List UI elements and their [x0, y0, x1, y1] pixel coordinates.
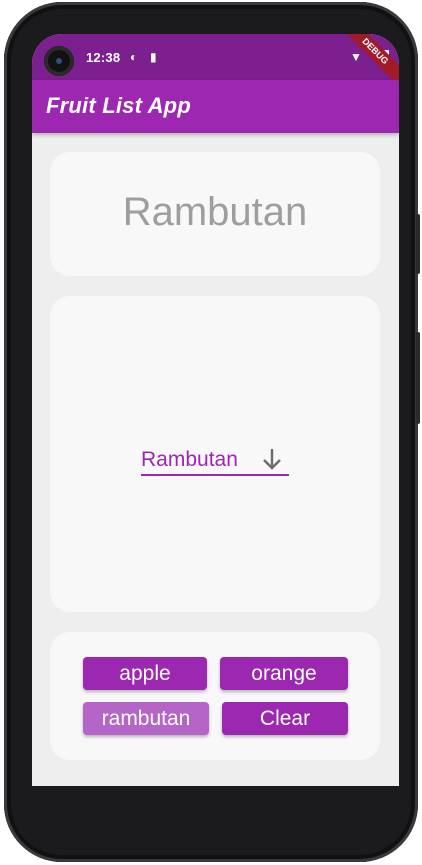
wifi-icon: ▼: [350, 50, 362, 64]
camera-cutout: [44, 46, 74, 76]
status-bar: 12:38 ◐ ▮ ▼ DEBUG: [32, 34, 399, 91]
phone-frame: 12:38 ◐ ▮ ▼ DEBUG Fruit List App Rambuta…: [4, 2, 420, 862]
device-screen: 12:38 ◐ ▮ ▼ DEBUG Fruit List App Rambuta…: [32, 34, 399, 786]
clear-button[interactable]: Clear: [222, 702, 348, 735]
volume-button: [416, 332, 420, 424]
app-bar: Fruit List App: [32, 80, 399, 133]
selected-fruit-card: Rambutan: [50, 152, 380, 276]
arrow-down-icon: [263, 449, 281, 470]
dropdown-card: Rambutan: [50, 296, 380, 612]
buttons-card: apple orange rambutan Clear: [50, 632, 380, 760]
fruit-dropdown[interactable]: Rambutan: [141, 446, 289, 476]
app-title: Fruit List App: [46, 93, 191, 118]
power-button: [416, 214, 420, 274]
data-saver-icon: ◐: [130, 50, 138, 64]
sd-card-icon: ▮: [150, 50, 157, 64]
rambutan-button[interactable]: rambutan: [83, 702, 209, 735]
selected-fruit-text: Rambutan: [122, 190, 308, 234]
orange-button[interactable]: orange: [220, 657, 348, 690]
apple-button[interactable]: apple: [83, 657, 207, 690]
status-time: 12:38: [86, 50, 121, 65]
dropdown-value: Rambutan: [141, 448, 238, 471]
